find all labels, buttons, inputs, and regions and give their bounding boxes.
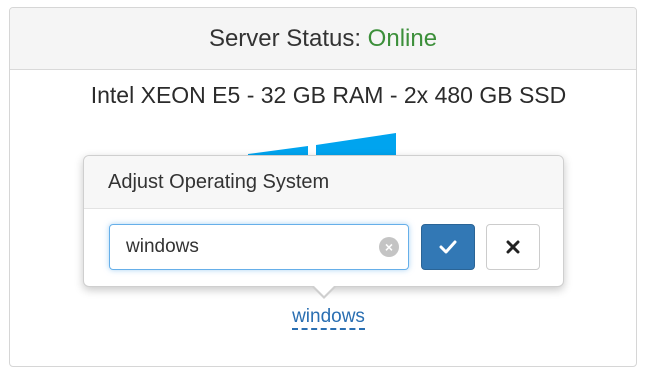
popover-arrow-inner [313, 285, 335, 296]
os-link-container: windows [0, 306, 657, 330]
server-spec: Intel XEON E5 - 32 GB RAM - 2x 480 GB SS… [90, 82, 567, 108]
close-x-icon [506, 240, 520, 254]
os-input[interactable] [110, 225, 370, 269]
os-editable-link[interactable]: windows [292, 306, 365, 330]
clear-circle-icon[interactable]: × [379, 237, 399, 257]
status-label: Server Status: [208, 25, 361, 52]
submit-button[interactable] [421, 224, 475, 270]
checkmark-icon [439, 240, 457, 254]
os-input-wrapper: × [109, 224, 409, 270]
popover-title: Adjust Operating System [84, 156, 563, 209]
status-value: Online [367, 25, 438, 52]
cancel-button[interactable] [486, 224, 540, 270]
os-edit-popover: Adjust Operating System × [83, 155, 564, 299]
panel-heading: Server Status: Online [10, 8, 636, 70]
